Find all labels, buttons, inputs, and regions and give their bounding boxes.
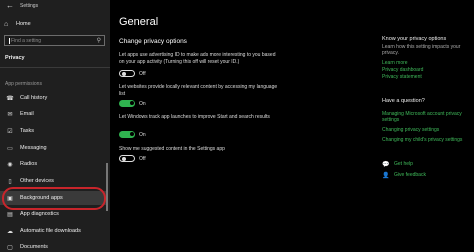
option-description: Let apps use advertising ID to make ads … <box>119 52 276 65</box>
sidebar-item-label: Messaging <box>20 145 47 151</box>
window-title: Settings <box>20 3 39 9</box>
sidebar-item-other-devices[interactable]: ▯ Other devices <box>0 174 106 188</box>
group-label: App permissions <box>5 81 42 87</box>
search-placeholder: Find a setting <box>11 38 42 44</box>
toggle-knob <box>129 101 134 105</box>
back-button[interactable]: ← <box>6 1 14 10</box>
tasks-icon: ☑ <box>7 128 13 135</box>
know-privacy-title: Know your privacy options <box>382 36 447 42</box>
highlight-annotation <box>2 187 106 210</box>
suggested-content-toggle[interactable] <box>119 155 135 162</box>
sidebar-item-label: Call history <box>20 95 48 101</box>
sidebar: ← Settings ⌂ Home Find a setting ⚲ Priva… <box>0 0 110 252</box>
messaging-icon: ▭ <box>7 145 13 152</box>
get-help-link: Get help <box>394 161 413 167</box>
toggle-knob <box>129 132 134 136</box>
home-nav[interactable]: ⌂ Home <box>4 18 104 30</box>
sidebar-item-label: Email <box>20 111 34 117</box>
page-title: General <box>119 16 159 28</box>
language-list-toggle[interactable] <box>119 100 135 107</box>
section-heading: Change privacy options <box>119 38 187 45</box>
feedback-icon: 👤 <box>382 172 390 179</box>
home-icon: ⌂ <box>4 20 9 28</box>
know-privacy-text: Learn how this setting impacts your priv… <box>382 44 461 56</box>
download-icon: ☁ <box>7 228 13 235</box>
sidebar-item-call-history[interactable]: ☎ Call history <box>0 91 106 105</box>
home-label: Home <box>16 21 31 27</box>
sidebar-item-email[interactable]: ✉ Email <box>0 107 106 121</box>
phone-icon: ☎ <box>6 95 14 102</box>
sidebar-item-label: Radios <box>20 161 38 167</box>
managing-account-privacy-link[interactable]: Managing Microsoft account privacy setti… <box>382 111 472 123</box>
sidebar-item-label: Automatic file downloads <box>20 228 81 234</box>
toggle-knob <box>121 156 126 161</box>
toggle-knob <box>121 71 126 76</box>
sidebar-item-label: App diagnostics <box>20 211 59 217</box>
child-privacy-settings-link[interactable]: Changing my child's privacy settings <box>382 137 472 143</box>
question-title: Have a question? <box>382 98 425 104</box>
privacy-dashboard-link[interactable]: Privacy dashboard <box>382 67 472 73</box>
sidebar-item-automatic-file-downloads[interactable]: ☁ Automatic file downloads <box>0 224 106 238</box>
toggle-state: Off <box>139 156 146 162</box>
search-input[interactable]: Find a setting ⚲ <box>4 35 105 46</box>
mail-icon: ✉ <box>7 111 13 118</box>
radios-icon: ◉ <box>7 161 13 168</box>
changing-privacy-settings-link[interactable]: Changing privacy settings <box>382 127 472 133</box>
devices-icon: ▯ <box>8 178 12 185</box>
toggle-state: On <box>139 132 146 138</box>
toggle-state: On <box>139 101 146 107</box>
sidebar-item-label: Documents <box>20 244 48 250</box>
sidebar-item-messaging[interactable]: ▭ Messaging <box>0 141 106 155</box>
advertising-id-toggle[interactable] <box>119 70 135 77</box>
title-bar: ← Settings <box>0 0 110 12</box>
sidebar-item-documents[interactable]: ▢ Documents <box>0 240 106 252</box>
privacy-statement-link[interactable]: Privacy statement <box>382 74 472 80</box>
give-feedback-row[interactable]: 👤 Give feedback <box>382 171 426 179</box>
sidebar-scrollbar[interactable] <box>106 163 108 211</box>
sidebar-item-label: Tasks <box>20 128 35 134</box>
app-launch-tracking-toggle[interactable] <box>119 131 135 138</box>
diagnostics-icon: ▤ <box>7 211 13 218</box>
option-description: Let websites provide locally relevant co… <box>119 84 278 97</box>
give-feedback-link: Give feedback <box>394 172 426 178</box>
sidebar-item-label: Other devices <box>20 178 54 184</box>
option-description: Show me suggested content in the Setting… <box>119 146 225 152</box>
option-description: Let Windows track app launches to improv… <box>119 114 270 120</box>
section-title: Privacy <box>5 55 25 61</box>
sidebar-item-tasks[interactable]: ☑ Tasks <box>0 124 106 138</box>
search-icon[interactable]: ⚲ <box>97 37 101 44</box>
sidebar-item-radios[interactable]: ◉ Radios <box>0 157 106 171</box>
divider <box>0 67 110 68</box>
text-caret <box>9 38 10 44</box>
help-icon: 💬 <box>382 161 390 168</box>
learn-more-link[interactable]: Learn more <box>382 60 472 66</box>
documents-icon: ▢ <box>7 244 13 251</box>
get-help-row[interactable]: 💬 Get help <box>382 160 413 168</box>
toggle-state: Off <box>139 71 146 77</box>
